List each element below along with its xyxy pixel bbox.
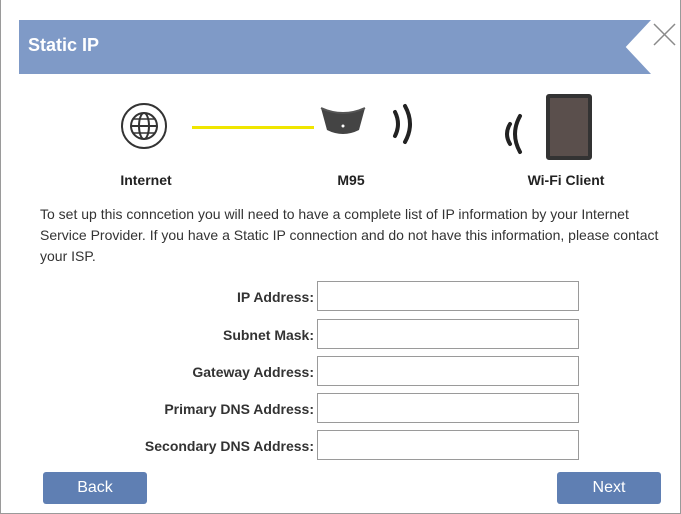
globe-icon xyxy=(121,103,167,149)
device-label: M95 xyxy=(337,172,365,188)
wifi-signal-icon xyxy=(393,104,412,144)
next-button[interactable]: Next xyxy=(557,472,661,504)
secondary-dns-label: Secondary DNS Address: xyxy=(144,438,314,454)
primary-dns-input[interactable] xyxy=(317,393,579,423)
secondary-dns-row: Secondary DNS Address: xyxy=(1,430,681,464)
ip-address-label: IP Address: xyxy=(236,289,314,305)
primary-dns-label: Primary DNS Address: xyxy=(164,401,314,417)
back-button[interactable]: Back xyxy=(43,472,147,504)
router-icon xyxy=(320,107,366,134)
gateway-address-input[interactable] xyxy=(317,356,579,386)
subnet-mask-label: Subnet Mask: xyxy=(222,327,314,343)
secondary-dns-input[interactable] xyxy=(317,430,579,460)
description-text: To set up this conncetion you will need … xyxy=(40,206,659,264)
dialog-title: Static IP xyxy=(28,35,100,55)
subnet-mask-row: Subnet Mask: xyxy=(1,319,681,353)
ip-address-input[interactable] xyxy=(317,281,579,311)
internet-label: Internet xyxy=(120,172,172,188)
gateway-address-label: Gateway Address: xyxy=(192,364,314,380)
title-bar xyxy=(19,20,651,74)
client-label: Wi-Fi Client xyxy=(527,172,605,188)
gateway-address-row: Gateway Address: xyxy=(1,356,681,390)
tablet-icon xyxy=(546,94,592,160)
close-icon[interactable] xyxy=(647,20,677,50)
ip-address-row: IP Address: xyxy=(1,281,681,315)
static-ip-dialog: Static IP Internet M95 Wi-Fi Client To s… xyxy=(0,0,681,514)
connection-line xyxy=(192,126,314,129)
wifi-signal-icon xyxy=(505,114,522,154)
subnet-mask-input[interactable] xyxy=(317,319,579,349)
primary-dns-row: Primary DNS Address: xyxy=(1,393,681,427)
